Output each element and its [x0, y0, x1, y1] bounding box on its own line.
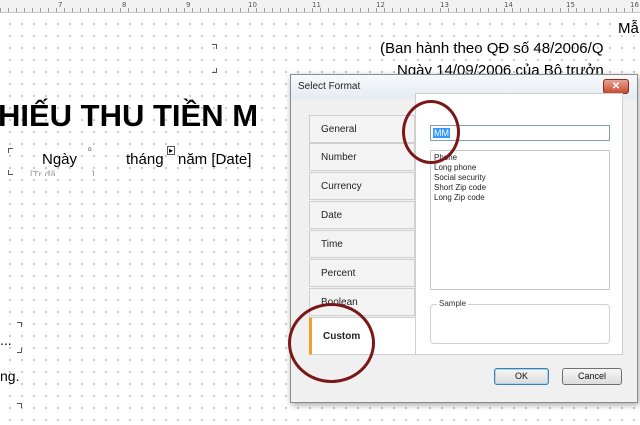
selection-handle	[212, 44, 217, 49]
ruler-tick-label: 9	[186, 1, 191, 9]
ruler-tick-label: 15	[566, 1, 575, 9]
ruler-tick-label: 16	[630, 1, 639, 9]
ruler-tick-label: 14	[504, 1, 513, 9]
tab-general[interactable]: General	[309, 115, 415, 143]
date-label-nam[interactable]: năm [Date]	[178, 151, 251, 168]
predefined-format-list[interactable]: Phone Long phone Social security Short Z…	[430, 150, 610, 290]
list-item[interactable]: Long phone	[434, 163, 606, 173]
ellipsis-text[interactable]: ...	[0, 332, 12, 348]
tab-currency[interactable]: Currency	[309, 172, 415, 200]
ruler-tick-label: 8	[122, 1, 127, 9]
hidden-field-text[interactable]: [Tr đã ... ... ... ]	[30, 170, 95, 176]
list-item[interactable]: Social security	[434, 173, 606, 183]
date-label-ngay[interactable]: Ngày	[42, 151, 77, 168]
ok-button[interactable]: OK	[494, 368, 549, 385]
expand-arrow-icon[interactable]: ▸	[167, 146, 176, 155]
sample-preview-box: Sample	[430, 299, 610, 344]
ruler-tick-label: 13	[440, 1, 449, 9]
list-item[interactable]: Short Zip code	[434, 183, 606, 193]
select-format-dialog[interactable]: Select Format ✕ General Number Currency …	[290, 74, 638, 403]
tab-custom[interactable]: Custom	[309, 317, 419, 355]
report-code-label[interactable]: Mẫ	[618, 20, 639, 37]
format-input-selected-text: MM	[433, 128, 450, 138]
close-icon: ✕	[611, 81, 621, 92]
report-left-text[interactable]: ng.	[0, 368, 19, 384]
cancel-button[interactable]: Cancel	[562, 368, 622, 385]
close-button[interactable]: ✕	[603, 79, 629, 94]
list-item[interactable]: Long Zip code	[434, 193, 606, 203]
tab-time[interactable]: Time	[309, 230, 415, 258]
ruler-tick-label: 7	[58, 1, 63, 9]
report-decree-line[interactable]: (Ban hành theo QĐ số 48/2006/Q	[380, 40, 603, 57]
selection-handle	[17, 348, 22, 353]
day-field-marker[interactable]: ⁰	[88, 146, 92, 157]
tab-number[interactable]: Number	[309, 143, 415, 171]
ruler-tick-label: 11	[312, 1, 321, 9]
ruler-tick-label: 12	[376, 1, 385, 9]
selection-handle	[212, 68, 217, 73]
format-string-input[interactable]: MM	[430, 125, 610, 141]
tab-date[interactable]: Date	[309, 201, 415, 229]
sample-label: Sample	[437, 299, 469, 308]
selection-handle	[17, 403, 22, 408]
horizontal-ruler: 7 8 9 10 11 12 13 14 15 16	[0, 0, 640, 13]
custom-format-panel: MM Phone Long phone Social security Shor…	[415, 93, 623, 355]
date-label-thang[interactable]: tháng	[126, 151, 164, 168]
tab-percent[interactable]: Percent	[309, 259, 415, 287]
ruler-tick-label: 10	[248, 1, 257, 9]
selection-handle	[17, 322, 22, 327]
tab-boolean[interactable]: Boolean	[309, 288, 415, 316]
selection-handle	[8, 170, 13, 175]
list-item[interactable]: Phone	[434, 153, 606, 163]
report-title[interactable]: HIẾU THU TIỀN M	[0, 98, 258, 134]
selection-handle	[8, 148, 13, 153]
dialog-title: Select Format	[298, 81, 361, 92]
